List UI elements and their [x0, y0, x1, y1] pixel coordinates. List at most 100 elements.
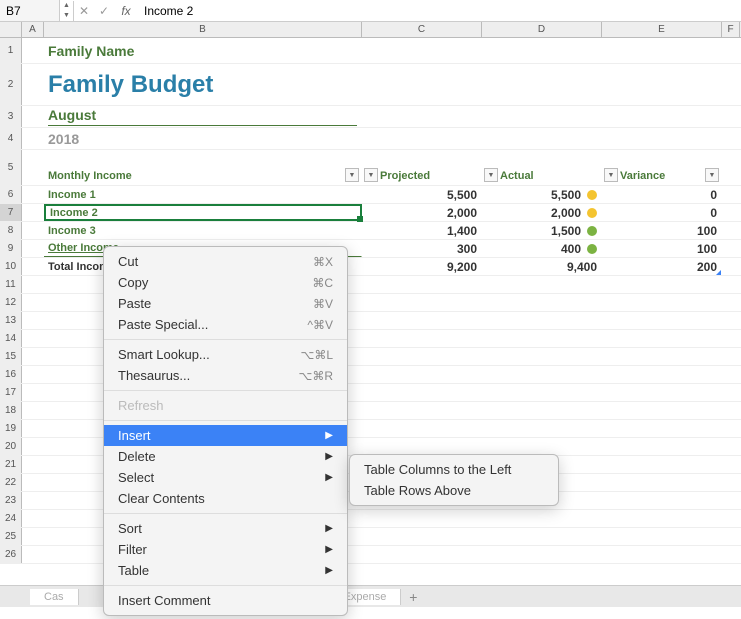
cell-d2[interactable] — [482, 64, 602, 105]
row-header[interactable]: 19 — [0, 420, 22, 437]
filter-dropdown-icon[interactable]: ▼ — [345, 168, 359, 182]
cell-b6[interactable]: Income 1 — [44, 186, 362, 203]
cell-c6[interactable]: 5,500 — [362, 186, 482, 203]
cell-c2[interactable] — [362, 64, 482, 105]
cell-e6[interactable]: 0 — [602, 186, 722, 203]
menu-clear-contents[interactable]: Clear Contents — [104, 488, 347, 509]
cell-d7[interactable]: 2,000 — [482, 204, 602, 221]
cell-e5[interactable]: ▼ Variance ▼ — [602, 150, 722, 185]
cell-c5[interactable]: ▼ Projected — [362, 150, 482, 185]
submenu-table-rows-above[interactable]: Table Rows Above — [350, 480, 558, 501]
row-header[interactable]: 18 — [0, 402, 22, 419]
row-header[interactable]: 17 — [0, 384, 22, 401]
cell-c3[interactable] — [362, 106, 482, 127]
filter-dropdown-icon[interactable]: ▼ — [364, 168, 378, 182]
row-header[interactable]: 23 — [0, 492, 22, 509]
cell-c9[interactable]: 300 — [362, 240, 482, 257]
row-header[interactable]: 24 — [0, 510, 22, 527]
cell-e1[interactable] — [602, 38, 722, 63]
menu-paste[interactable]: Paste⌘V — [104, 293, 347, 314]
cell-c4[interactable] — [362, 128, 482, 149]
cell-b1[interactable]: Family Name — [44, 38, 362, 63]
sheet-tab[interactable]: Cas — [30, 589, 79, 605]
column-header-d[interactable]: D — [482, 22, 602, 37]
row-header[interactable]: 7 — [0, 204, 22, 221]
cell-a5[interactable] — [22, 150, 44, 185]
row-header[interactable]: 11 — [0, 276, 22, 293]
row-header[interactable]: 4 — [0, 128, 22, 149]
column-header-b[interactable]: B — [44, 22, 362, 37]
menu-smart-lookup[interactable]: Smart Lookup...⌥⌘L — [104, 344, 347, 365]
cell-a7[interactable] — [22, 204, 44, 221]
row-header[interactable]: 9 — [0, 240, 22, 257]
cell-a4[interactable] — [22, 128, 44, 149]
cell-c1[interactable] — [362, 38, 482, 63]
fx-label[interactable]: fx — [114, 4, 138, 18]
cell-b8[interactable]: Income 3 — [44, 222, 362, 239]
cell-reference-box[interactable]: B7 — [0, 0, 60, 21]
menu-cut[interactable]: Cut⌘X — [104, 251, 347, 272]
row-header[interactable]: 12 — [0, 294, 22, 311]
cell-d5[interactable]: ▼ Actual — [482, 150, 602, 185]
cell-e4[interactable] — [602, 128, 722, 149]
row-header[interactable]: 26 — [0, 546, 22, 563]
cell-ref-stepper[interactable]: ▲ ▼ — [60, 1, 74, 21]
cell-e3[interactable] — [602, 106, 722, 127]
filter-dropdown-icon[interactable]: ▼ — [484, 168, 498, 182]
menu-insert-comment[interactable]: Insert Comment — [104, 590, 347, 611]
cell-a10[interactable] — [22, 258, 44, 275]
cell-e9[interactable]: 100 — [602, 240, 722, 257]
menu-table[interactable]: Table▶ — [104, 560, 347, 581]
submenu-table-columns-left[interactable]: Table Columns to the Left — [350, 459, 558, 480]
cancel-icon[interactable]: ✕ — [74, 4, 94, 18]
cell-d8[interactable]: 1,500 — [482, 222, 602, 239]
cell-c8[interactable]: 1,400 — [362, 222, 482, 239]
menu-copy[interactable]: Copy⌘C — [104, 272, 347, 293]
stepper-down-icon[interactable]: ▼ — [60, 11, 73, 21]
cell-a1[interactable] — [22, 38, 44, 63]
row-header[interactable]: 14 — [0, 330, 22, 347]
menu-select[interactable]: Select▶ — [104, 467, 347, 488]
cell-b4[interactable]: 2018 — [44, 128, 362, 149]
row-header[interactable]: 8 — [0, 222, 22, 239]
cell-e10[interactable]: 200 — [602, 258, 722, 275]
cell-b3[interactable]: August — [44, 106, 362, 127]
row-header[interactable]: 21 — [0, 456, 22, 473]
menu-insert[interactable]: Insert▶ — [104, 425, 347, 446]
cell-d6[interactable]: 5,500 — [482, 186, 602, 203]
select-all-corner[interactable] — [0, 22, 22, 37]
cell-d1[interactable] — [482, 38, 602, 63]
cell-a8[interactable] — [22, 222, 44, 239]
cell-a6[interactable] — [22, 186, 44, 203]
row-header[interactable]: 20 — [0, 438, 22, 455]
filter-dropdown-icon[interactable]: ▼ — [604, 168, 618, 182]
cell-b7-selected[interactable]: Income 2 — [44, 204, 362, 221]
row-header[interactable]: 2 — [0, 64, 22, 105]
accept-icon[interactable]: ✓ — [94, 4, 114, 18]
row-header[interactable]: 16 — [0, 366, 22, 383]
column-header-e[interactable]: E — [602, 22, 722, 37]
cell-a2[interactable] — [22, 64, 44, 105]
menu-thesaurus[interactable]: Thesaurus...⌥⌘R — [104, 365, 347, 386]
row-header[interactable]: 22 — [0, 474, 22, 491]
menu-filter[interactable]: Filter▶ — [104, 539, 347, 560]
cell-e7[interactable]: 0 — [602, 204, 722, 221]
menu-sort[interactable]: Sort▶ — [104, 518, 347, 539]
row-header[interactable]: 25 — [0, 528, 22, 545]
cell-b5[interactable]: Monthly Income ▼ — [44, 150, 362, 185]
cell-e8[interactable]: 100 — [602, 222, 722, 239]
cell-c7[interactable]: 2,000 — [362, 204, 482, 221]
row-header[interactable]: 5 — [0, 150, 22, 185]
menu-paste-special[interactable]: Paste Special...^⌘V — [104, 314, 347, 335]
menu-delete[interactable]: Delete▶ — [104, 446, 347, 467]
column-header-c[interactable]: C — [362, 22, 482, 37]
filter-dropdown-icon[interactable]: ▼ — [705, 168, 719, 182]
cell-d3[interactable] — [482, 106, 602, 127]
row-header[interactable]: 10 — [0, 258, 22, 275]
cell-a3[interactable] — [22, 106, 44, 127]
column-header-f[interactable]: F — [722, 22, 740, 37]
cell-b2[interactable]: Family Budget — [44, 64, 362, 105]
cell-a9[interactable] — [22, 240, 44, 257]
row-header[interactable]: 13 — [0, 312, 22, 329]
formula-input[interactable] — [138, 4, 741, 18]
